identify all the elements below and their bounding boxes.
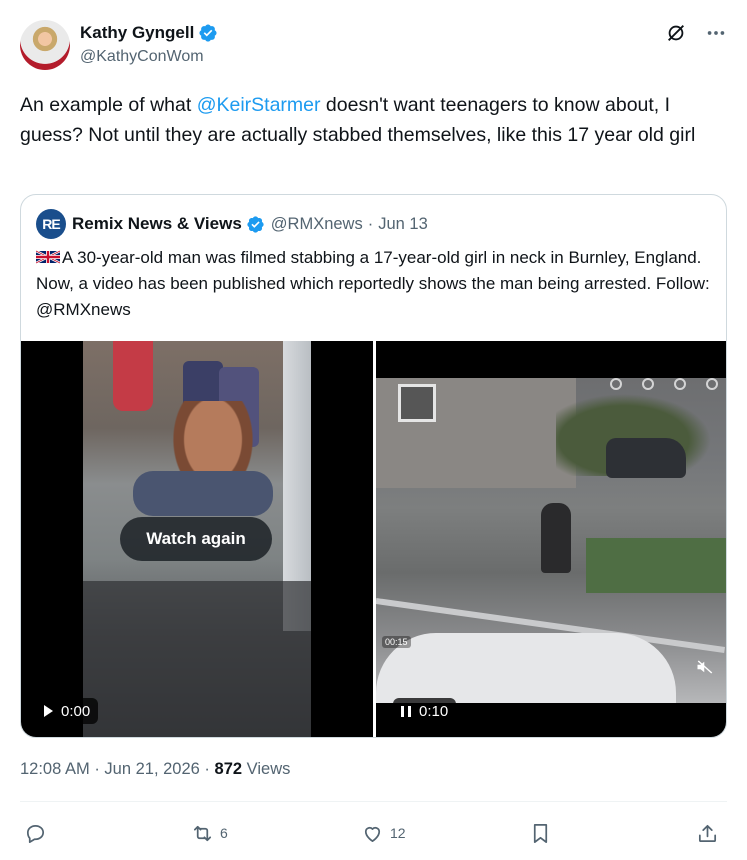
- video-timestamp-overlay: 00:15: [382, 636, 411, 648]
- quoted-header: RE Remix News & Views @RMXnews · Jun 13: [36, 209, 428, 239]
- repost-button[interactable]: 6: [191, 818, 228, 848]
- tweet-time[interactable]: 12:08 AM: [20, 760, 90, 778]
- like-button[interactable]: 12: [361, 818, 406, 848]
- watch-again-button[interactable]: Watch again: [120, 517, 272, 561]
- quoted-text-body: A 30-year-old man was filmed stabbing a …: [36, 248, 710, 319]
- uk-flag-icon: [36, 249, 60, 265]
- tweet-meta: 12:08 AM · Jun 21, 2026 · 872 Views: [20, 760, 290, 779]
- play-icon: [44, 705, 53, 717]
- like-count: 12: [390, 825, 406, 841]
- views-label: Views: [246, 760, 291, 778]
- repost-count: 6: [220, 825, 228, 841]
- reply-button[interactable]: [24, 818, 53, 848]
- video-left-time[interactable]: 0:00: [36, 698, 99, 724]
- share-button[interactable]: [696, 818, 719, 848]
- quoted-separator: ·: [367, 214, 374, 233]
- mention-link[interactable]: @KeirStarmer: [197, 94, 321, 116]
- media-grid: Watch again 0:00 00:15 0:10: [21, 341, 726, 737]
- quoted-display-name[interactable]: Remix News & Views: [72, 214, 242, 234]
- video-right-time-label: 0:10: [419, 702, 449, 720]
- meta-separator: ·: [94, 760, 100, 778]
- verified-badge-icon[interactable]: [198, 23, 218, 43]
- quoted-tweet[interactable]: RE Remix News & Views @RMXnews · Jun 13 …: [20, 194, 727, 738]
- header-actions: [665, 22, 727, 44]
- divider: [20, 801, 727, 802]
- tweet-header: Kathy Gyngell @KathyConWom: [20, 20, 727, 72]
- author-name-row: Kathy Gyngell: [80, 23, 218, 43]
- tweet-text-before: An example of what: [20, 94, 197, 116]
- video-right-time[interactable]: 0:10: [393, 698, 457, 724]
- tweet-text: An example of what @KeirStarmer doesn't …: [20, 90, 720, 150]
- views-count: 872: [214, 760, 243, 778]
- reply-icon: [26, 824, 45, 843]
- meta-separator: ·: [204, 760, 210, 778]
- bookmark-button[interactable]: [529, 818, 552, 848]
- share-icon: [698, 824, 717, 842]
- tweet-date[interactable]: Jun 21, 2026: [104, 760, 199, 778]
- mute-icon: [697, 660, 713, 674]
- author-display-name[interactable]: Kathy Gyngell: [80, 23, 194, 43]
- quoted-text: A 30-year-old man was filmed stabbing a …: [36, 245, 716, 323]
- author-handle[interactable]: @KathyConWom: [80, 48, 204, 66]
- author-avatar[interactable]: [20, 20, 70, 70]
- grok-icon[interactable]: [665, 22, 687, 44]
- video-right[interactable]: 00:15 0:10: [376, 341, 726, 737]
- pause-icon: [401, 705, 411, 717]
- quoted-handle: @RMXnews: [270, 214, 363, 233]
- screen-recording-icons: [528, 378, 726, 398]
- video-right-frame: 00:15: [376, 378, 726, 703]
- heart-icon: [364, 826, 381, 842]
- quoted-avatar[interactable]: RE: [36, 209, 66, 239]
- action-bar: 6 12: [20, 818, 727, 848]
- video-left[interactable]: Watch again 0:00: [21, 341, 373, 737]
- verified-badge-icon: [247, 215, 264, 233]
- video-left-time-label: 0:00: [61, 702, 91, 720]
- bookmark-icon: [533, 823, 548, 843]
- quoted-date[interactable]: Jun 13: [378, 215, 428, 234]
- more-options-icon[interactable]: [705, 22, 727, 44]
- repost-icon: [193, 825, 212, 841]
